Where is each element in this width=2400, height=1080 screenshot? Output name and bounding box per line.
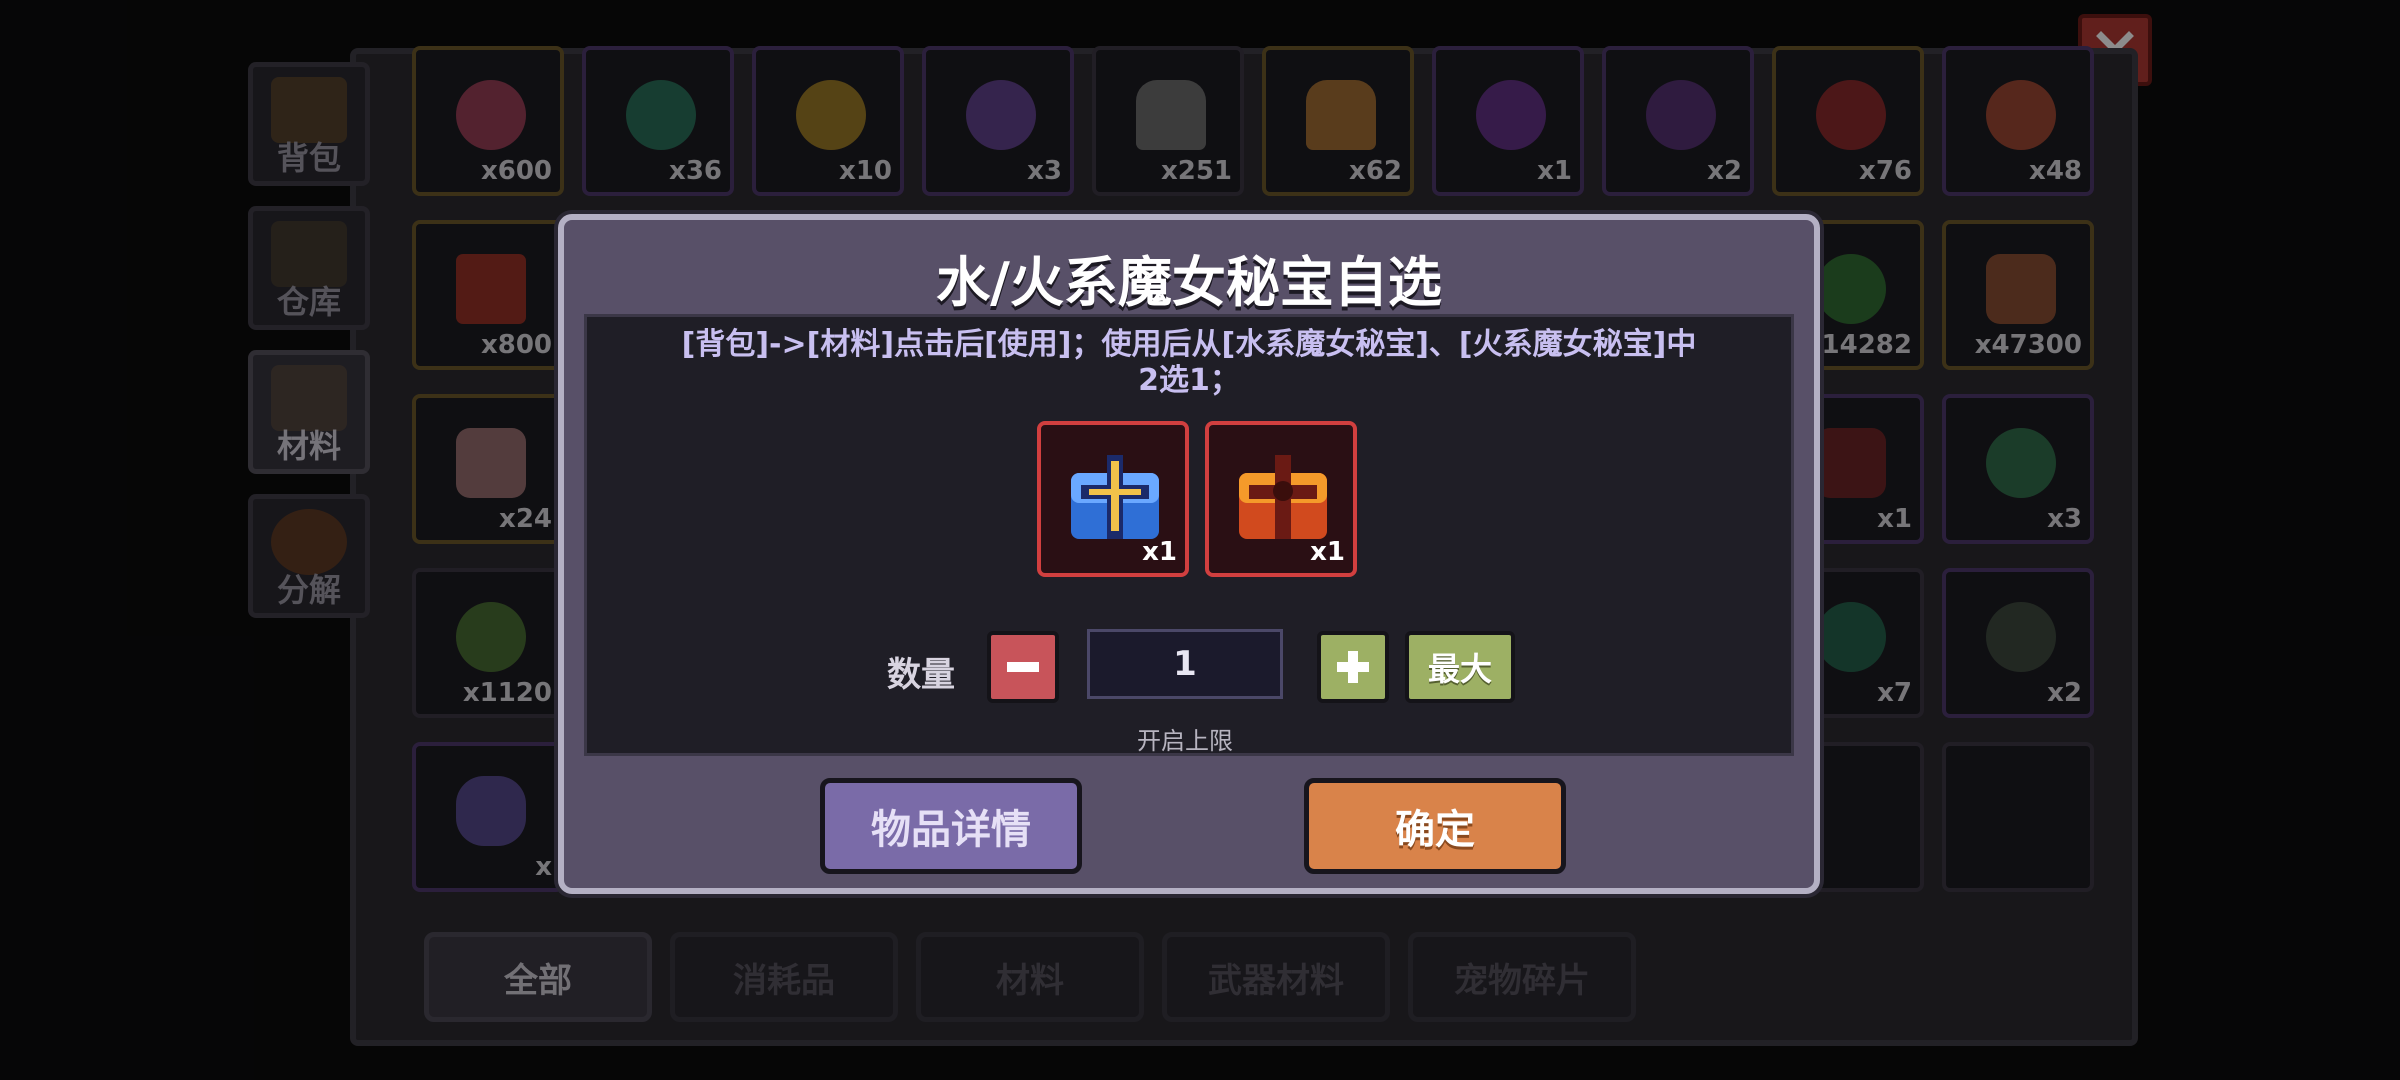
choice-count: x1 — [1310, 537, 1345, 567]
choice-fire-treasure[interactable]: x1 — [1205, 421, 1357, 577]
max-button[interactable]: 最大 — [1405, 631, 1515, 703]
selection-dialog: 水/火系魔女秘宝自选 [背包]->[材料]点击后[使用]；使用后从[水系魔女秘宝… — [558, 214, 1820, 894]
blue-treasure-chest-icon — [1071, 455, 1159, 539]
choice-water-treasure[interactable]: x1 — [1037, 421, 1189, 577]
minus-icon — [1007, 662, 1039, 672]
dialog-body: [背包]->[材料]点击后[使用]；使用后从[水系魔女秘宝]、[火系魔女秘宝]中… — [584, 314, 1794, 756]
quantity-label: 数量 — [887, 655, 955, 695]
decrease-button[interactable] — [987, 631, 1059, 703]
increase-button[interactable] — [1317, 631, 1389, 703]
item-details-button[interactable]: 物品详情 — [820, 778, 1082, 874]
confirm-button[interactable]: 确定 — [1304, 778, 1566, 874]
red-treasure-chest-icon — [1239, 455, 1327, 539]
dialog-description: [背包]->[材料]点击后[使用]；使用后从[水系魔女秘宝]、[火系魔女秘宝]中… — [681, 327, 1697, 398]
plus-icon — [1337, 651, 1369, 683]
limit-text: 开启上限 — [1137, 727, 1233, 755]
choice-count: x1 — [1142, 537, 1177, 567]
quantity-input[interactable]: 1 — [1087, 629, 1283, 699]
dialog-title: 水/火系魔女秘宝自选 — [936, 251, 1442, 314]
